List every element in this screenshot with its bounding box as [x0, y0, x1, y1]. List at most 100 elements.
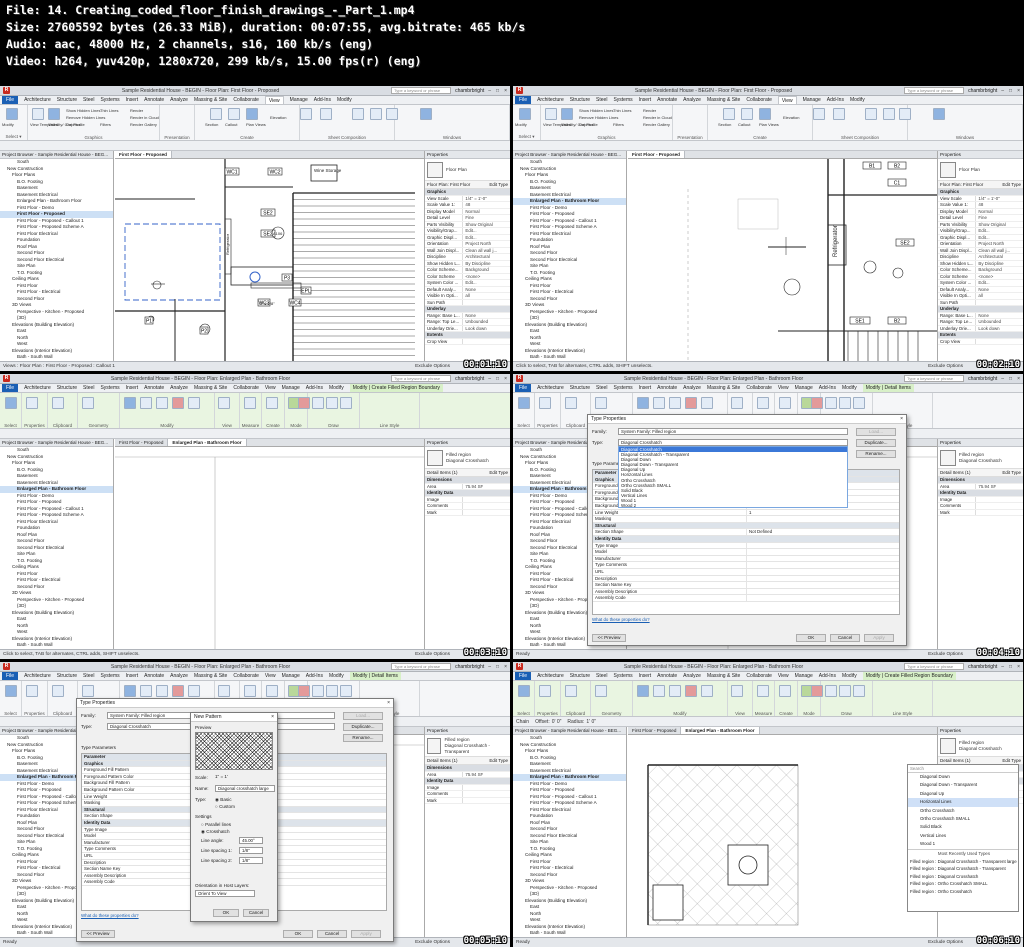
maximize-icon[interactable]: □ [496, 664, 499, 670]
switch-windows-button[interactable] [833, 108, 845, 120]
ribbon-tab[interactable]: Massing & Site [194, 385, 227, 391]
property-value[interactable]: Unbounded [975, 319, 1023, 325]
user-name[interactable]: chambrbright [968, 88, 997, 94]
main-model[interactable]: Exclude Options [928, 650, 963, 659]
recent-type-option[interactable]: Filled region : Diagonal Crosshatch [908, 873, 1018, 881]
measure-button[interactable] [757, 397, 769, 409]
plan-tag[interactable]: EPL [300, 286, 312, 294]
edit-type-button[interactable]: Edit Type [1002, 182, 1021, 187]
property-value[interactable]: Unbounded [462, 319, 510, 325]
edit-type-button[interactable]: Edit Type [489, 470, 508, 475]
create-button[interactable] [266, 397, 278, 409]
orientation-select[interactable]: Orient To View [195, 890, 255, 897]
search-input[interactable]: Type a keyword or phrase [904, 663, 965, 670]
ribbon-tab[interactable]: Systems [100, 673, 119, 679]
name-field[interactable]: Diagonal crosshatch large [215, 785, 275, 792]
drawing-canvas[interactable] [115, 447, 424, 649]
property-value[interactable]: Clean all wall j... [462, 247, 510, 253]
tab-context[interactable]: Modify | Create Filled Region Boundary [349, 384, 443, 392]
instance-selector[interactable]: Detail Items (1) Edit Type [938, 469, 1023, 477]
view-tab[interactable]: First Floor - Proposed [628, 727, 682, 734]
project-browser[interactable]: Project Browser - Sample Residential Hou… [0, 439, 114, 649]
tab-context[interactable]: Modify | Create Filled Region Boundary [862, 672, 956, 680]
type-search-dropdown[interactable]: Search Diagonal Down Diagonal Down - Trans… [907, 764, 1019, 912]
property-value[interactable] [975, 503, 1023, 509]
table-row[interactable]: Section Name Key [593, 582, 899, 589]
ribbon-tab[interactable]: Architecture [24, 673, 51, 679]
edit-type-button[interactable]: Edit Type [1002, 470, 1021, 475]
rename-button[interactable]: Rename... [856, 450, 896, 458]
property-value[interactable]: <none> [462, 273, 510, 279]
cancel-mode-button[interactable] [298, 397, 310, 409]
ribbon-tab[interactable]: Manage [290, 97, 308, 103]
minimize-icon[interactable]: – [1001, 664, 1004, 670]
ribbon-tab[interactable]: Systems [613, 97, 632, 103]
table-row[interactable]: Manufacturer [593, 555, 899, 563]
rectangle-tool-button[interactable] [326, 685, 338, 697]
plan-views-button[interactable] [759, 108, 771, 120]
minimize-icon[interactable]: – [1001, 88, 1004, 94]
ribbon-label[interactable]: Callout [738, 122, 750, 127]
move-button[interactable] [140, 397, 152, 409]
user-interface-button[interactable] [420, 108, 432, 120]
measure-button[interactable] [244, 397, 256, 409]
param-value[interactable] [746, 562, 899, 568]
tab-file[interactable]: File [515, 672, 532, 680]
instance-selector[interactable]: Floor Plan: First Floor Edit Type [938, 181, 1023, 189]
maximize-icon[interactable]: □ [1009, 376, 1012, 382]
ribbon-tab[interactable]: Structure [57, 385, 77, 391]
ribbon-tab[interactable]: Add-Ins [819, 385, 836, 391]
user-name[interactable]: chambrbright [968, 376, 997, 382]
delete-button[interactable] [685, 685, 697, 697]
tab-file[interactable]: File [2, 96, 19, 104]
ok-button[interactable]: OK [796, 634, 826, 642]
ribbon-tab[interactable]: Steel [83, 385, 94, 391]
property-value[interactable]: Look down [462, 325, 510, 331]
property-value[interactable] [462, 509, 510, 515]
modify-button[interactable] [5, 685, 17, 697]
ribbon-label[interactable]: Filters [100, 122, 111, 127]
tile-views-button[interactable] [386, 108, 398, 120]
property-row[interactable]: Mark [938, 509, 1023, 516]
drawing-canvas[interactable]: B1 B2 C1 Refrigerator SE2 SE1 B2 [628, 159, 937, 361]
revit-app-icon[interactable]: R [516, 87, 523, 94]
cancel-button[interactable]: Cancel [317, 930, 347, 938]
move-button[interactable] [140, 685, 152, 697]
duplicate-button[interactable]: Duplicate... [343, 723, 383, 731]
ribbon-label[interactable]: Section [718, 122, 731, 127]
recent-type-option[interactable]: Filled region : Ortho Crosshatch SMALL [908, 880, 1018, 888]
property-value[interactable]: By Discipline [462, 260, 510, 266]
ribbon-tab[interactable]: Add-Ins [827, 97, 844, 103]
ribbon-label[interactable]: Render Gallery [643, 122, 670, 127]
plan-tag[interactable]: WC4 [288, 298, 302, 306]
property-value[interactable]: 48 [975, 202, 1023, 208]
view-tab[interactable]: Enlarged Plan - Bathroom Floor [168, 439, 247, 446]
drawing-view[interactable]: First Floor - Proposed B1 B2 C1 Refrigerator… [628, 151, 937, 361]
ribbon-tab[interactable]: Analyze [170, 97, 188, 103]
ribbon-tab[interactable]: Modify [329, 385, 344, 391]
ribbon-tab[interactable]: Structure [57, 673, 77, 679]
property-value[interactable]: 1/4" = 1'-0" [975, 195, 1023, 201]
type-option[interactable]: Wood 1 [908, 840, 1018, 848]
ribbon-tab[interactable]: Annotate [657, 97, 677, 103]
param-value[interactable] [746, 588, 899, 595]
ribbon-tab[interactable]: Modify [842, 673, 857, 679]
table-row[interactable]: Type Comments [593, 562, 899, 569]
move-button[interactable] [653, 685, 665, 697]
table-row[interactable]: Assembly Code [593, 595, 899, 602]
3d-view-button[interactable] [813, 108, 825, 120]
ribbon-tab[interactable]: Collaborate [746, 385, 772, 391]
param-value[interactable] [746, 595, 899, 601]
drawing-view[interactable]: First Floor - ProposedEnlarged Plan - Ba… [628, 727, 937, 937]
instance-filter[interactable]: Floor Plan: First Floor [940, 182, 983, 187]
close-icon[interactable]: × [1017, 664, 1020, 670]
canvas[interactable] [115, 447, 424, 649]
family-field[interactable]: System Family: Filled region [618, 428, 848, 435]
ribbon-label[interactable]: Modify [2, 122, 14, 127]
ribbon-tab[interactable]: Manage [795, 673, 813, 679]
modify-button[interactable] [5, 397, 17, 409]
close-icon[interactable]: × [900, 415, 903, 424]
ribbon-tab[interactable]: Analyze [170, 673, 188, 679]
mirror-button[interactable] [188, 685, 200, 697]
table-row[interactable]: Masking [593, 516, 899, 523]
